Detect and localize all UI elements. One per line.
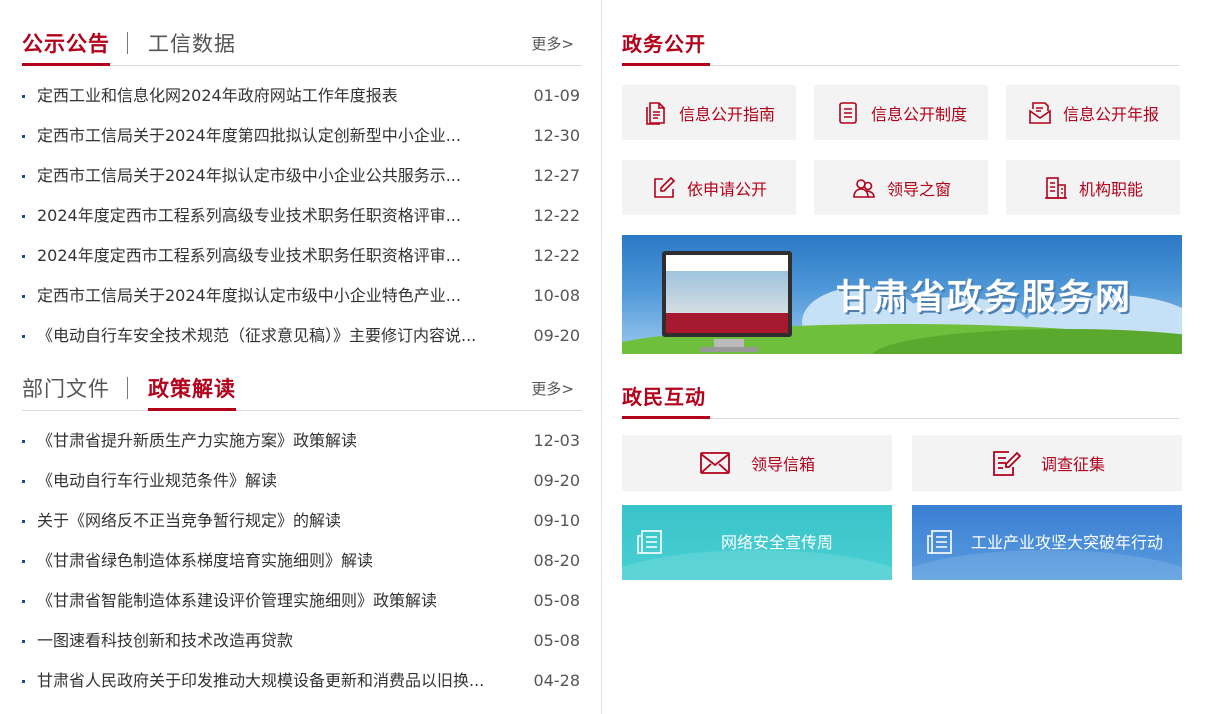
notice-list: 定西工业和信息化网2024年政府网站工作年度报表 01-09 定西市工信局关于20… <box>22 76 582 356</box>
list-item[interactable]: 《甘肃省绿色制造体系梯度培育实施细则》解读 08-20 <box>22 541 582 581</box>
tile-label: 机构职能 <box>1078 179 1143 199</box>
tile-leader-mailbox[interactable]: 领导信箱 <box>622 435 892 491</box>
list-item[interactable]: 《电动自行车行业规范条件》解读 09-20 <box>22 461 582 501</box>
item-date: 04-28 <box>533 671 581 690</box>
list-item[interactable]: 一图速看科技创新和技术改造再贷款 05-08 <box>22 621 582 661</box>
item-date: 12-22 <box>533 206 581 225</box>
feature-label: 网络安全宣传周 <box>720 532 833 552</box>
item-date: 12-03 <box>533 431 581 450</box>
item-title[interactable]: 《甘肃省智能制造体系建设评价管理实施细则》政策解读 <box>37 581 522 621</box>
edit-icon <box>654 176 676 198</box>
notice-tabs-header: 公示公告 工信数据 更多> <box>22 30 582 66</box>
tile-info-system[interactable]: 信息公开制度 <box>814 85 988 140</box>
gov-service-banner[interactable]: 甘肃省政务服务网 <box>622 235 1182 354</box>
tab-divider <box>127 377 128 399</box>
item-date: 05-08 <box>533 591 581 610</box>
right-column: 政务公开 信息公开指南 信息公开制度 信息公开年报 依申请公开 领导之窗 机构职… <box>622 0 1182 714</box>
item-date: 12-27 <box>533 166 581 185</box>
item-title[interactable]: 一图速看科技创新和技术改造再贷款 <box>37 621 522 661</box>
list-item[interactable]: 甘肃省人民政府关于印发推动大规模设备更新和消费品以旧换... 04-28 <box>22 661 582 701</box>
tile-label: 领导之窗 <box>886 179 951 199</box>
screen-photo <box>666 271 788 313</box>
tile-apply-disclosure[interactable]: 依申请公开 <box>622 160 796 215</box>
tile-org-functions[interactable]: 机构职能 <box>1006 160 1180 215</box>
policy-tabs-header: 部门文件 政策解读 更多> <box>22 375 582 411</box>
item-date: 09-20 <box>533 326 581 345</box>
tile-survey[interactable]: 调查征集 <box>912 435 1182 491</box>
gov-open-header: 政务公开 <box>622 30 1180 66</box>
item-title[interactable]: 《甘肃省提升新质生产力实施方案》政策解读 <box>37 421 522 461</box>
policy-more-link[interactable]: 更多> <box>531 378 574 399</box>
item-date: 09-20 <box>533 471 581 490</box>
notice-more-link[interactable]: 更多> <box>531 33 574 54</box>
tile-info-annual-report[interactable]: 信息公开年报 <box>1006 85 1180 140</box>
survey-icon <box>993 451 1021 476</box>
newspaper-icon <box>637 530 662 554</box>
item-title[interactable]: 定西市工信局关于2024年度拟认定市级中小企业特色产业... <box>37 276 522 316</box>
leaders-icon <box>853 178 875 198</box>
feature-label: 工业产业攻坚大突破年行动 <box>970 532 1163 552</box>
item-date: 09-10 <box>533 511 581 530</box>
item-title[interactable]: 关于《网络反不正当竞争暂行规定》的解读 <box>37 501 522 541</box>
list-item[interactable]: 定西市工信局关于2024年度第四批拟认定创新型中小企业... 12-30 <box>22 116 582 156</box>
monitor-base <box>700 347 758 352</box>
item-title[interactable]: 定西市工信局关于2024年拟认定市级中小企业公共服务示... <box>37 156 522 196</box>
feature-industry-breakthrough[interactable]: 工业产业攻坚大突破年行动 <box>912 505 1182 580</box>
item-title[interactable]: 2024年度定西市工程系列高级专业技术职务任职资格评审... <box>37 196 522 236</box>
tile-info-guide[interactable]: 信息公开指南 <box>622 85 796 140</box>
item-date: 05-08 <box>533 631 581 650</box>
list-item[interactable]: 定西市工信局关于2024年拟认定市级中小企业公共服务示... 12-27 <box>22 156 582 196</box>
item-title[interactable]: 甘肃省人民政府关于印发推动大规模设备更新和消费品以旧换... <box>37 661 522 701</box>
list-item[interactable]: 定西工业和信息化网2024年政府网站工作年度报表 01-09 <box>22 76 582 116</box>
interaction-title: 政民互动 <box>622 385 710 419</box>
list-item[interactable]: 关于《网络反不正当竞争暂行规定》的解读 09-10 <box>22 501 582 541</box>
item-title[interactable]: 《电动自行车安全技术规范（征求意见稿）》主要修订内容说... <box>37 316 522 356</box>
monitor-illustration <box>662 251 792 337</box>
tile-label: 信息公开制度 <box>870 104 967 124</box>
item-date: 12-30 <box>533 126 581 145</box>
list-item[interactable]: 《甘肃省提升新质生产力实施方案》政策解读 12-03 <box>22 421 582 461</box>
newspaper-icon <box>927 530 952 554</box>
item-title[interactable]: 2024年度定西市工程系列高级专业技术职务任职资格评审... <box>37 236 522 276</box>
list-item[interactable]: 2024年度定西市工程系列高级专业技术职务任职资格评审... 12-22 <box>22 236 582 276</box>
tab-divider <box>127 32 128 54</box>
item-date: 01-09 <box>533 86 581 105</box>
tile-label: 领导信箱 <box>750 455 815 474</box>
mail-icon <box>700 452 730 474</box>
left-column: 公示公告 工信数据 更多> 定西工业和信息化网2024年政府网站工作年度报表 01… <box>0 0 602 714</box>
tile-label: 信息公开年报 <box>1062 104 1159 124</box>
item-title[interactable]: 《电动自行车行业规范条件》解读 <box>37 461 522 501</box>
screen-header <box>666 255 788 271</box>
tile-label: 调查征集 <box>1040 455 1105 474</box>
tile-leaders-window[interactable]: 领导之窗 <box>814 160 988 215</box>
interaction-header: 政民互动 <box>622 383 1180 419</box>
document-guide-icon <box>646 101 665 125</box>
list-item[interactable]: 《电动自行车安全技术规范（征求意见稿）》主要修订内容说... 09-20 <box>22 316 582 356</box>
item-title[interactable]: 定西市工信局关于2024年度第四批拟认定创新型中小企业... <box>37 116 522 156</box>
item-title[interactable]: 《甘肃省绿色制造体系梯度培育实施细则》解读 <box>37 541 522 581</box>
gov-open-title: 政务公开 <box>622 32 710 66</box>
tab-department-files[interactable]: 部门文件 <box>22 375 110 403</box>
tab-industry-data[interactable]: 工信数据 <box>148 30 236 58</box>
feature-cyber-security-week[interactable]: 网络安全宣传周 <box>622 505 892 580</box>
list-item[interactable]: 2024年度定西市工程系列高级专业技术职务任职资格评审... 12-22 <box>22 196 582 236</box>
tile-label: 信息公开指南 <box>678 104 775 124</box>
policy-list: 《甘肃省提升新质生产力实施方案》政策解读 12-03 《电动自行车行业规范条件》解… <box>22 421 582 701</box>
building-icon <box>1044 176 1067 199</box>
item-title[interactable]: 定西工业和信息化网2024年政府网站工作年度报表 <box>37 76 522 116</box>
list-item[interactable]: 《甘肃省智能制造体系建设评价管理实施细则》政策解读 05-08 <box>22 581 582 621</box>
tab-notices[interactable]: 公示公告 <box>22 30 110 66</box>
item-date: 08-20 <box>533 551 581 570</box>
tile-label: 依申请公开 <box>686 179 767 199</box>
list-item[interactable]: 定西市工信局关于2024年度拟认定市级中小企业特色产业... 10-08 <box>22 276 582 316</box>
document-list-icon <box>839 101 857 124</box>
banner-title: 甘肃省政务服务网 <box>836 278 1133 318</box>
report-envelope-icon <box>1029 101 1051 124</box>
tab-policy-interpretation[interactable]: 政策解读 <box>148 375 236 411</box>
item-date: 10-08 <box>533 286 581 305</box>
screen-footer <box>666 313 788 333</box>
item-date: 12-22 <box>533 246 581 265</box>
